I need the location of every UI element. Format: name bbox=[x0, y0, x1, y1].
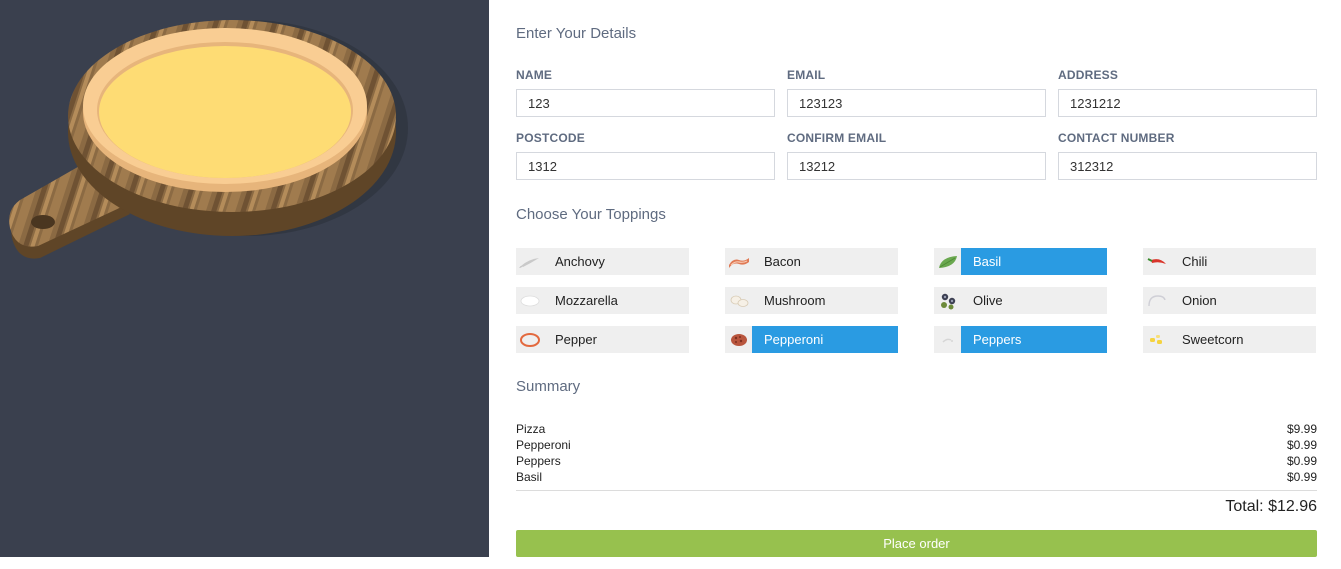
summary-row: Peppers $0.99 bbox=[516, 453, 1317, 469]
topping-onion[interactable]: Onion bbox=[1143, 287, 1316, 314]
address-input[interactable] bbox=[1058, 89, 1317, 117]
topping-label: Peppers bbox=[961, 326, 1107, 353]
order-total: Total: $12.96 bbox=[1225, 498, 1317, 515]
summary-item-name: Basil bbox=[516, 470, 543, 484]
pizza-board-illustration bbox=[9, 20, 408, 259]
summary-section-title: Summary bbox=[516, 378, 581, 395]
contact-number-label: CONTACT NUMBER bbox=[1058, 131, 1175, 145]
topping-mushroom[interactable]: Mushroom bbox=[725, 287, 898, 314]
mushroom-icon bbox=[725, 287, 752, 314]
olive-icon bbox=[934, 287, 961, 314]
topping-basil[interactable]: Basil bbox=[934, 248, 1107, 275]
toppings-section-title: Choose Your Toppings bbox=[516, 206, 666, 223]
topping-chili[interactable]: Chili bbox=[1143, 248, 1316, 275]
name-input[interactable] bbox=[516, 89, 775, 117]
topping-label: Sweetcorn bbox=[1182, 332, 1244, 347]
basil-icon bbox=[934, 248, 961, 275]
pizza-cheese bbox=[99, 46, 351, 178]
peppers-icon bbox=[934, 326, 961, 353]
summary-item-price: $0.99 bbox=[1286, 454, 1317, 468]
topping-label: Onion bbox=[1182, 293, 1217, 308]
topping-label: Bacon bbox=[764, 254, 801, 269]
summary-item-price: $9.99 bbox=[1286, 422, 1317, 436]
topping-label: Basil bbox=[961, 248, 1107, 275]
topping-peppers[interactable]: Peppers bbox=[934, 326, 1107, 353]
pepper-icon bbox=[516, 326, 543, 353]
confirm-email-label: CONFIRM EMAIL bbox=[787, 131, 887, 145]
topping-pepperoni[interactable]: Pepperoni bbox=[725, 326, 898, 353]
email-input[interactable] bbox=[787, 89, 1046, 117]
contact-number-field: CONTACT NUMBER bbox=[1058, 131, 1317, 180]
confirm-email-input[interactable] bbox=[787, 152, 1046, 180]
place-order-button[interactable]: Place order bbox=[516, 530, 1317, 557]
topping-mozzarella[interactable]: Mozzarella bbox=[516, 287, 689, 314]
contact-number-input[interactable] bbox=[1058, 152, 1317, 180]
topping-label: Pepperoni bbox=[752, 326, 898, 353]
email-field: EMAIL bbox=[787, 68, 1046, 117]
postcode-label: POSTCODE bbox=[516, 131, 585, 145]
topping-label: Mushroom bbox=[764, 293, 826, 308]
summary-item-name: Pepperoni bbox=[516, 438, 571, 452]
topping-label: Mozzarella bbox=[555, 293, 618, 308]
details-section-title: Enter Your Details bbox=[516, 25, 637, 42]
pizza-preview-panel bbox=[0, 0, 489, 557]
handle-hole bbox=[31, 215, 55, 229]
summary-divider bbox=[516, 490, 1317, 491]
anchovy-icon bbox=[516, 248, 543, 275]
summary-item-name: Peppers bbox=[516, 454, 561, 468]
summary-row: Basil $0.99 bbox=[516, 469, 1317, 485]
summary-item-price: $0.99 bbox=[1286, 470, 1317, 484]
postcode-field: POSTCODE bbox=[516, 131, 775, 180]
confirm-email-field: CONFIRM EMAIL bbox=[787, 131, 1046, 180]
summary-item-name: Pizza bbox=[516, 422, 546, 436]
chili-icon bbox=[1143, 248, 1170, 275]
topping-pepper[interactable]: Pepper bbox=[516, 326, 689, 353]
summary-row: Pepperoni $0.99 bbox=[516, 437, 1317, 453]
mozzarella-icon bbox=[516, 287, 543, 314]
bacon-icon bbox=[725, 248, 752, 275]
summary-list: Pizza $9.99 Pepperoni $0.99 Peppers $0.9… bbox=[516, 421, 1317, 485]
topping-bacon[interactable]: Bacon bbox=[725, 248, 898, 275]
sweetcorn-icon bbox=[1143, 326, 1170, 353]
postcode-input[interactable] bbox=[516, 152, 775, 180]
pepperoni-icon bbox=[725, 326, 752, 353]
summary-item-price: $0.99 bbox=[1286, 438, 1317, 452]
name-label: NAME bbox=[516, 68, 553, 82]
topping-label: Olive bbox=[973, 293, 1003, 308]
order-form: Enter Your Details NAME EMAIL ADDRESS PO… bbox=[516, 0, 1317, 569]
topping-label: Pepper bbox=[555, 332, 597, 347]
topping-label: Chili bbox=[1182, 254, 1208, 269]
address-field: ADDRESS bbox=[1058, 68, 1317, 117]
name-field: NAME bbox=[516, 68, 775, 117]
onion-icon bbox=[1143, 287, 1170, 314]
topping-sweetcorn[interactable]: Sweetcorn bbox=[1143, 326, 1316, 353]
address-label: ADDRESS bbox=[1058, 68, 1119, 82]
topping-label: Anchovy bbox=[555, 254, 605, 269]
summary-row: Pizza $9.99 bbox=[516, 421, 1317, 437]
topping-anchovy[interactable]: Anchovy bbox=[516, 248, 689, 275]
email-label: EMAIL bbox=[787, 68, 826, 82]
topping-olive[interactable]: Olive bbox=[934, 287, 1107, 314]
